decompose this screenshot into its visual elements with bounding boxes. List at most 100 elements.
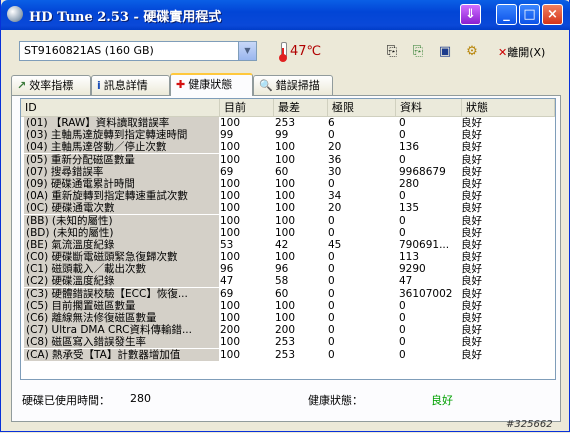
table-cell: (BE) 氣流溫度紀錄 [24, 238, 219, 251]
table-cell: 100 [220, 348, 241, 361]
exit-label: 離開(X) [507, 46, 546, 59]
copy-text-icon[interactable]: ⎘ [382, 42, 402, 62]
table-row[interactable]: (C8) 磁區寫入錯誤發生率 100 253 0 0 良好 [21, 336, 555, 349]
table-row[interactable]: (BB) (未知的屬性) 100 100 0 0 良好 [21, 214, 555, 227]
smart-attributes-list[interactable]: ID 目前 最差 極限 資料 狀態 (01) 【RAW】資料讀取錯誤率 100 25… [20, 98, 556, 380]
table-cell: 良好 [461, 226, 482, 239]
tab-benchmark[interactable]: ↗ 效率指標 [11, 75, 91, 95]
chevron-down-icon[interactable]: ▼ [238, 42, 256, 60]
copy-screenshot-icon[interactable]: ⎘ [408, 42, 428, 62]
table-cell: (BD) (未知的屬性) [24, 226, 219, 239]
table-cell: 100 [220, 226, 241, 239]
table-row[interactable]: (04) 主軸馬達啓動／停止次數 100 100 20 136 良好 [21, 141, 555, 154]
column-header-threshold[interactable]: 極限 [328, 99, 396, 116]
table-cell: 280 [399, 177, 420, 190]
app-window: HD Tune 2.53 - 硬碟實用程式 ⇓ _ □ × ST9160821A… [0, 0, 570, 432]
table-cell: 99 [275, 129, 289, 142]
minimize-button[interactable]: _ [496, 4, 517, 25]
table-cell: 20 [328, 141, 342, 154]
table-row[interactable]: (BD) (未知的屬性) 100 100 0 0 良好 [21, 226, 555, 239]
table-cell: (C1) 磁頭載入／載出次數 [24, 263, 219, 276]
table-row[interactable]: (01) 【RAW】資料讀取錯誤率 100 253 6 0 良好 [21, 117, 555, 129]
table-cell: (07) 搜尋錯誤率 [24, 165, 219, 178]
table-row[interactable]: (C7) Ultra DMA CRC資料傳輸錯... 200 200 0 0 良好 [21, 324, 555, 337]
table-cell: 良好 [461, 202, 482, 215]
table-cell: 100 [220, 251, 241, 264]
table-cell: 0 [399, 299, 406, 312]
table-cell: 0 [399, 226, 406, 239]
table-cell: (C2) 硬碟溫度紀錄 [24, 275, 219, 288]
drive-select[interactable]: ST9160821AS (160 GB) ▼ [19, 41, 257, 61]
table-row[interactable]: (0A) 重新旋轉到指定轉速重試次數 100 100 34 0 良好 [21, 190, 555, 203]
table-cell: 0 [328, 312, 335, 324]
column-header-current[interactable]: 目前 [220, 99, 274, 116]
benchmark-icon: ↗ [17, 79, 27, 92]
table-cell: 69 [220, 165, 234, 178]
window-title: HD Tune 2.53 - 硬碟實用程式 [29, 10, 222, 25]
download-arrow-icon[interactable]: ⇓ [460, 4, 481, 25]
tab-health[interactable]: ✚ 健康狀態 [170, 73, 253, 96]
table-cell: 100 [220, 214, 241, 227]
table-cell: 良好 [461, 117, 482, 129]
table-cell: 良好 [461, 312, 482, 324]
table-row[interactable]: (C0) 硬碟斷電磁頭緊急復歸次數 100 100 0 113 良好 [21, 251, 555, 264]
title-bar[interactable]: HD Tune 2.53 - 硬碟實用程式 ⇓ _ □ × [1, 0, 570, 30]
table-cell: 0 [328, 299, 335, 312]
table-row[interactable]: (0C) 硬碟通電次數 100 100 20 135 良好 [21, 202, 555, 215]
table-row[interactable]: (C2) 硬碟溫度紀錄 47 58 0 47 良好 [21, 275, 555, 288]
table-row[interactable]: (05) 重新分配磁區數量 100 100 36 0 良好 [21, 153, 555, 166]
table-cell: 36 [328, 153, 342, 166]
table-row[interactable]: (03) 主軸馬達旋轉到指定轉速時間 99 99 0 0 良好 [21, 129, 555, 142]
options-icon[interactable]: ⚙ [462, 42, 482, 62]
tab-error-scan[interactable]: 🔍 錯誤掃描 [253, 75, 333, 95]
health-status-value: 良好 [431, 394, 453, 407]
tab-info[interactable]: i 訊息詳情 [91, 75, 170, 95]
table-row[interactable]: (C6) 離線無法修復磁區數量 100 100 0 0 良好 [21, 312, 555, 324]
close-button[interactable]: × [542, 4, 563, 25]
table-cell: (C6) 離線無法修復磁區數量 [24, 312, 219, 324]
table-row[interactable]: (C1) 磁頭載入／載出次數 96 96 0 9290 良好 [21, 263, 555, 276]
table-row[interactable]: (C5) 目前擱置磁區數量 100 100 0 0 良好 [21, 299, 555, 312]
table-cell: 200 [220, 324, 241, 337]
maximize-button[interactable]: □ [519, 4, 540, 25]
table-cell: 0 [328, 226, 335, 239]
table-cell: 良好 [461, 275, 482, 288]
power-on-value: 280 [130, 392, 151, 405]
table-cell: 良好 [461, 287, 482, 300]
table-cell: (09) 硬碟通電累計時間 [24, 177, 219, 190]
table-cell: (04) 主軸馬達啓動／停止次數 [24, 141, 219, 154]
table-cell: 0 [328, 348, 335, 361]
table-row[interactable]: (07) 搜尋錯誤率 69 60 30 9968679 良好 [21, 165, 555, 178]
save-icon[interactable]: ▣ [435, 42, 455, 62]
column-header-data[interactable]: 資料 [396, 99, 462, 116]
table-cell: 良好 [461, 251, 482, 264]
table-cell: 良好 [461, 336, 482, 349]
table-cell: 100 [275, 312, 296, 324]
table-cell: (0A) 重新旋轉到指定轉速重試次數 [24, 190, 219, 203]
table-cell: 47 [220, 275, 234, 288]
table-cell: (05) 重新分配磁區數量 [24, 153, 219, 166]
table-cell: 良好 [461, 263, 482, 276]
table-row[interactable]: (C3) 硬體錯誤校驗【ECC】恢復... 69 60 0 36107002 良好 [21, 287, 555, 300]
exit-button[interactable]: ✕離開(X) [498, 44, 545, 60]
table-cell: 100 [220, 141, 241, 154]
column-header-status[interactable]: 狀態 [462, 99, 555, 116]
table-row[interactable]: (CA) 熱承受【TA】計數器增加值 100 253 0 0 良好 [21, 348, 555, 361]
table-cell: 0 [328, 177, 335, 190]
table-row[interactable]: (BE) 氣流溫度紀錄 53 42 45 790691... 良好 [21, 238, 555, 251]
table-cell: (C7) Ultra DMA CRC資料傳輸錯... [24, 324, 219, 337]
table-cell: 47 [399, 275, 413, 288]
table-cell: 0 [328, 129, 335, 142]
table-cell: 良好 [461, 190, 482, 203]
thermometer-icon [279, 42, 287, 62]
table-cell: 30 [328, 165, 342, 178]
table-cell: 0 [399, 117, 406, 129]
table-row[interactable]: (09) 硬碟通電累計時間 100 100 0 280 良好 [21, 177, 555, 190]
table-cell: 135 [399, 202, 420, 215]
column-header-id[interactable]: ID [21, 99, 220, 116]
table-cell: 53 [220, 238, 234, 251]
table-cell: (BB) (未知的屬性) [24, 214, 219, 227]
table-cell: 0 [328, 287, 335, 300]
table-cell: 58 [275, 275, 289, 288]
column-header-worst[interactable]: 最差 [274, 99, 328, 116]
